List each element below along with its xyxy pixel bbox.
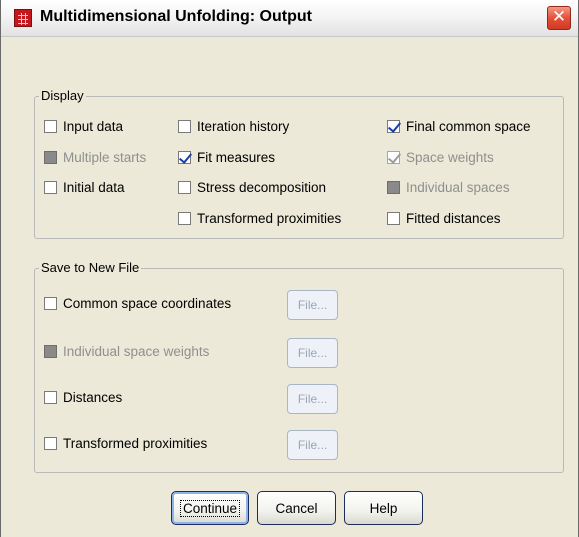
checkbox-label: Input data: [63, 119, 124, 134]
checkbox-label: Transformed proximities: [63, 436, 208, 451]
checkbox-box[interactable]: [44, 181, 57, 194]
save-legend: Save to New File: [39, 260, 142, 275]
checkbox-box[interactable]: [44, 437, 57, 450]
checkbox-label: Space weights: [406, 150, 494, 165]
checkbox-label: Distances: [63, 390, 123, 405]
checkbox-box: [44, 151, 57, 164]
output-dialog: Multidimensional Unfolding: Output ✕ Dis…: [0, 0, 579, 537]
checkbox-label: Multiple starts: [63, 150, 147, 165]
checkbox-label: Iteration history: [197, 119, 290, 134]
checkbox-box[interactable]: [387, 212, 400, 225]
help-button[interactable]: Help: [344, 491, 423, 525]
checkbox-box: [387, 181, 400, 194]
checkbox-label: Transformed proximities: [197, 211, 342, 226]
iteration-history-checkbox[interactable]: Iteration history: [178, 119, 289, 134]
dialog-title: Multidimensional Unfolding: Output: [40, 8, 312, 25]
common-space-coordinates-checkbox[interactable]: Common space coordinates: [44, 296, 231, 311]
individual-space-weights-checkbox: Individual space weights: [44, 344, 209, 359]
fitted-distances-checkbox[interactable]: Fitted distances: [387, 211, 501, 226]
checkbox-box[interactable]: [44, 297, 57, 310]
input-data-checkbox[interactable]: Input data: [44, 119, 123, 134]
stress-decomposition-checkbox[interactable]: Stress decomposition: [178, 180, 326, 195]
checkbox-box[interactable]: [178, 181, 191, 194]
individual-weights-file-button: File...: [287, 338, 338, 368]
transformed-proximities-display-checkbox[interactable]: Transformed proximities: [178, 211, 341, 226]
final-common-space-checkbox[interactable]: Final common space: [387, 119, 531, 134]
transformed-proximities-save-checkbox[interactable]: Transformed proximities: [44, 436, 207, 451]
fit-measures-checkbox[interactable]: Fit measures: [178, 150, 275, 165]
cancel-button[interactable]: Cancel: [257, 491, 336, 525]
continue-label: Continue: [179, 499, 241, 517]
checkbox-box[interactable]: [178, 120, 191, 133]
checkbox-box[interactable]: [178, 212, 191, 225]
checkbox-box-checked[interactable]: [178, 151, 191, 164]
distances-checkbox[interactable]: Distances: [44, 390, 122, 405]
space-weights-checkbox: Space weights: [387, 150, 494, 165]
common-space-file-button: File...: [287, 290, 338, 320]
initial-data-checkbox[interactable]: Initial data: [44, 180, 125, 195]
checkbox-label: Initial data: [63, 180, 125, 195]
checkbox-box[interactable]: [44, 120, 57, 133]
close-button[interactable]: ✕: [547, 6, 571, 30]
title-bar[interactable]: Multidimensional Unfolding: Output ✕: [1, 0, 578, 37]
display-legend: Display: [39, 88, 86, 103]
distances-file-button: File...: [287, 384, 338, 414]
transformed-proximities-file-button: File...: [287, 430, 338, 460]
checkbox-box-checked: [387, 151, 400, 164]
checkbox-label: Individual space weights: [63, 344, 210, 359]
multiple-starts-checkbox: Multiple starts: [44, 150, 146, 165]
checkbox-label: Fit measures: [197, 150, 276, 165]
checkbox-label: Final common space: [406, 119, 531, 134]
checkbox-label: Fitted distances: [406, 211, 501, 226]
checkbox-box[interactable]: [44, 391, 57, 404]
checkbox-label: Common space coordinates: [63, 296, 232, 311]
checkbox-box-checked[interactable]: [387, 120, 400, 133]
individual-spaces-checkbox: Individual spaces: [387, 180, 510, 195]
checkbox-box: [44, 345, 57, 358]
continue-button[interactable]: Continue: [171, 491, 249, 525]
spreadsheet-icon: [14, 9, 32, 27]
checkbox-label: Stress decomposition: [197, 180, 327, 195]
close-icon: ✕: [551, 7, 567, 27]
checkbox-label: Individual spaces: [406, 180, 510, 195]
